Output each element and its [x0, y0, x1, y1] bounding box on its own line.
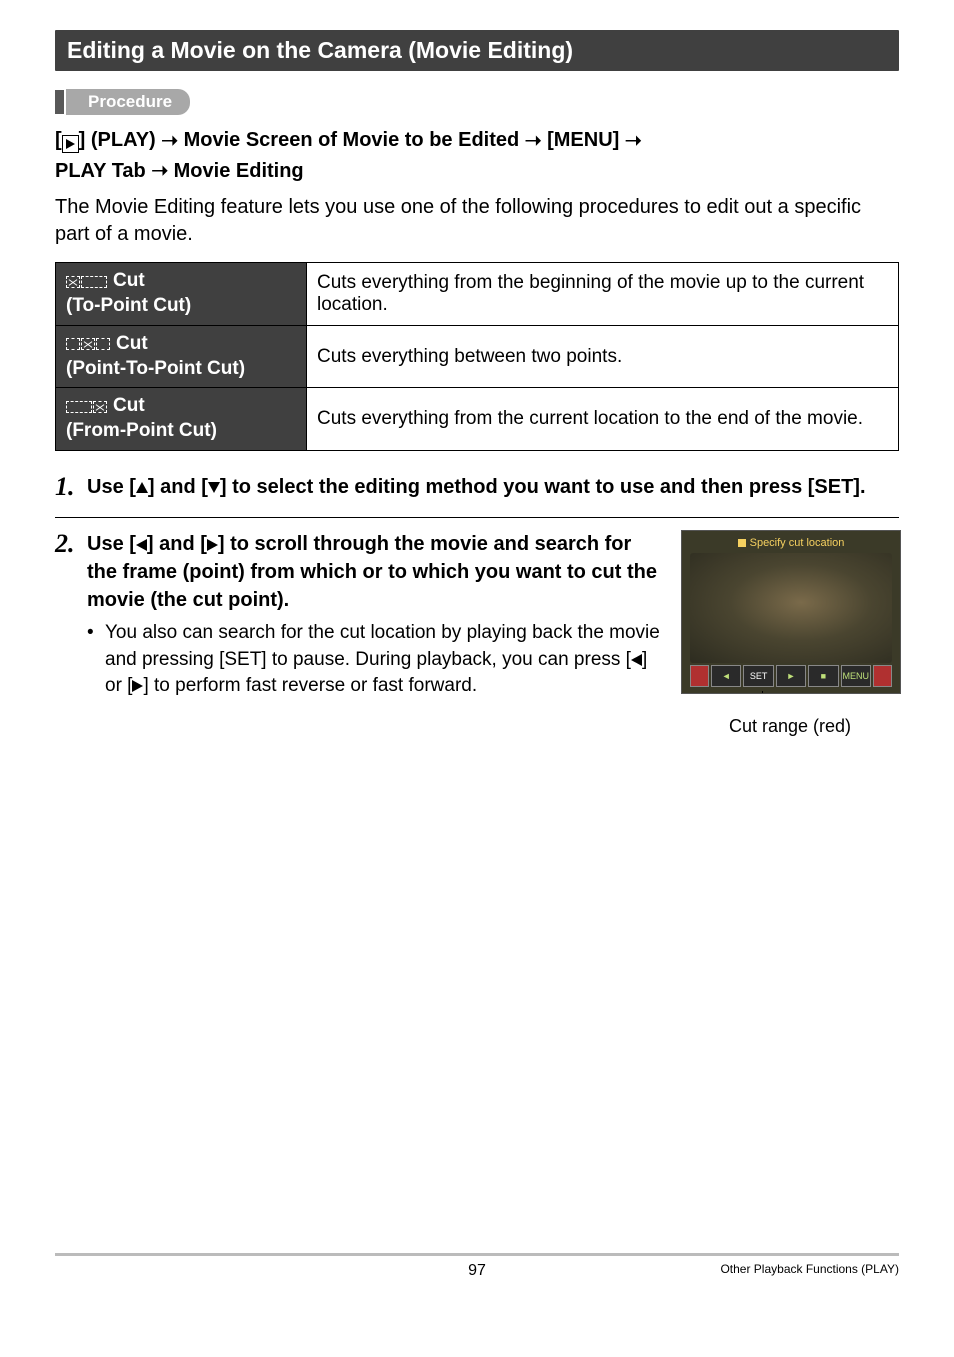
- s2b-post: ] to perform fast reverse or fast forwar…: [143, 675, 477, 696]
- bullet-icon: •: [87, 620, 105, 700]
- right-arrow-icon: [207, 539, 218, 551]
- row-sublabel: (Point-To-Point Cut): [66, 357, 296, 382]
- page-number: 97: [336, 1262, 617, 1280]
- bc-part5: Movie Editing: [168, 160, 304, 182]
- up-arrow-icon: [136, 482, 148, 493]
- procedure-heading: Procedure: [55, 89, 899, 115]
- arrow-icon: ➝: [625, 126, 642, 156]
- left-arrow-icon: [631, 654, 642, 666]
- procedure-arrow-icon: [66, 90, 80, 114]
- bc-part3: [MENU]: [542, 129, 625, 151]
- row-label: Cut: [116, 332, 148, 357]
- thumb-set: SET: [743, 665, 773, 687]
- left-arrow-icon: [136, 539, 147, 551]
- cut-diagram-icon: [66, 276, 107, 288]
- row-desc: Cuts everything from the current locatio…: [307, 388, 899, 450]
- cut-diagram-icon: [66, 401, 107, 413]
- s1-mid: ] and [: [148, 476, 208, 498]
- down-arrow-icon: [208, 482, 220, 493]
- s2-mid: ] and [: [147, 533, 207, 555]
- breadcrumb: [] (PLAY) ➝ Movie Screen of Movie to be …: [55, 125, 899, 186]
- footer-section: Other Playback Functions (PLAY): [618, 1262, 899, 1280]
- thumb-title: Specify cut location: [750, 537, 845, 549]
- bc-part1: ] (PLAY): [79, 129, 162, 151]
- row-sublabel: (From-Point Cut): [66, 419, 296, 444]
- play-icon: [62, 135, 79, 153]
- s2b-pre: You also can search for the cut location…: [105, 622, 660, 670]
- intro-text: The Movie Editing feature lets you use o…: [55, 194, 899, 248]
- table-row: Cut (From-Point Cut) Cuts everything fro…: [56, 388, 899, 450]
- procedure-label: Procedure: [66, 89, 190, 115]
- table-row: Cut (Point-To-Point Cut) Cuts everything…: [56, 325, 899, 387]
- arrow-icon: ➝: [151, 156, 168, 186]
- right-arrow-icon: [132, 680, 143, 692]
- preview-screenshot: Specify cut location ◄ SET ► ■ MENU: [681, 530, 901, 694]
- table-row: Cut (To-Point Cut) Cuts everything from …: [56, 263, 899, 325]
- s1-pre: Use [: [87, 476, 136, 498]
- separator: [55, 517, 899, 518]
- row-label: Cut: [113, 269, 145, 294]
- arrow-icon: ➝: [525, 126, 542, 156]
- footer: 97 Other Playback Functions (PLAY): [55, 1253, 899, 1280]
- row-desc: Cuts everything from the beginning of th…: [307, 263, 899, 325]
- caption: Cut range (red): [681, 716, 899, 737]
- bc-part4: PLAY Tab: [55, 160, 151, 182]
- row-desc: Cuts everything between two points.: [307, 325, 899, 387]
- step-1: 1. Use [ ] and [ ] to select the editing m…: [55, 473, 899, 502]
- row-sublabel: (To-Point Cut): [66, 294, 296, 319]
- s1-post: ] to select the editing method you want …: [220, 476, 866, 498]
- thumb-controls: ◄ SET ► ■ MENU: [690, 665, 892, 685]
- step-2: 2. Use [] and [] to scroll through the m…: [55, 530, 663, 700]
- step-number: 1.: [55, 473, 87, 502]
- step-number: 2.: [55, 530, 87, 559]
- thumb-scene: [690, 553, 892, 663]
- row-label: Cut: [113, 394, 145, 419]
- s2-pre: Use [: [87, 533, 136, 555]
- arrow-icon: ➝: [161, 126, 178, 156]
- cut-diagram-icon: [66, 338, 110, 350]
- bc-part2: Movie Screen of Movie to be Edited: [178, 129, 525, 151]
- cut-options-table: Cut (To-Point Cut) Cuts everything from …: [55, 262, 899, 450]
- thumb-menu: MENU: [841, 665, 871, 687]
- pointer-line-icon: [762, 691, 763, 694]
- square-icon: [738, 539, 746, 547]
- section-title: Editing a Movie on the Camera (Movie Edi…: [55, 30, 899, 71]
- procedure-bar: [55, 90, 64, 114]
